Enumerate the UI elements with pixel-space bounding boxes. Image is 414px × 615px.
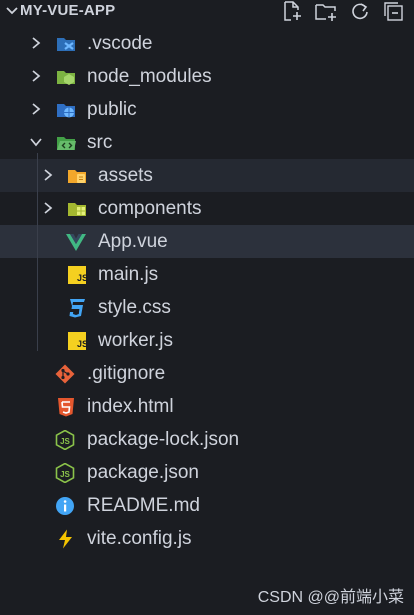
components-folder-icon	[68, 203, 86, 216]
chevron-right-icon[interactable]	[29, 69, 43, 83]
tree-item-label: README.md	[87, 495, 200, 516]
tree-item-package-json[interactable]: JS package.json	[0, 456, 414, 489]
explorer-title: MY-VUE-APP	[20, 2, 116, 19]
watermark: CSDN @@前端小菜	[257, 589, 404, 606]
explorer-header[interactable]: MY-VUE-APP	[0, 0, 414, 22]
chevron-right-icon[interactable]	[29, 102, 43, 116]
tree-item-label: public	[87, 99, 137, 120]
tree-item-label: package-lock.json	[87, 429, 240, 450]
tree-item-app-vue[interactable]: App.vue	[0, 225, 414, 258]
tree-item-gitignore[interactable]: .gitignore	[0, 357, 414, 390]
collapse-all-icon	[384, 2, 403, 21]
js-icon: JS	[68, 332, 87, 350]
tree-item-label: worker.js	[98, 330, 173, 351]
tree-item-src[interactable]: src	[0, 126, 414, 159]
tree-item-label: main.js	[98, 264, 159, 285]
tree-item-label: package.json	[87, 462, 199, 483]
tree-item-label: assets	[98, 165, 153, 186]
git-icon	[55, 364, 75, 384]
refresh-button[interactable]	[348, 0, 372, 22]
tree-item-vscode[interactable]: .vscode	[0, 27, 414, 60]
tree-item-readme-md[interactable]: README.md	[0, 489, 414, 522]
refresh-icon	[352, 3, 368, 20]
svg-text:JS: JS	[60, 470, 70, 479]
tree-item-index-html[interactable]: index.html	[0, 390, 414, 423]
tree-item-package-lock-json[interactable]: JS package-lock.json	[0, 423, 414, 456]
src-folder-icon	[57, 137, 76, 150]
chevron-right-icon[interactable]	[41, 168, 55, 182]
vue-icon	[66, 234, 86, 251]
tree-item-label: style.css	[98, 297, 171, 318]
tree-item-node-modules[interactable]: node_modules	[0, 60, 414, 93]
tree-item-label: components	[98, 198, 202, 219]
new-file-button[interactable]	[280, 0, 304, 22]
tree-item-main-js[interactable]: JS main.js	[0, 258, 414, 291]
tree-item-label: .vscode	[87, 33, 153, 54]
tree-item-worker-js[interactable]: JS worker.js	[0, 324, 414, 357]
tree-item-vite-config-js[interactable]: vite.config.js	[0, 522, 414, 555]
svg-text:JS: JS	[77, 339, 87, 349]
svg-text:JS: JS	[60, 437, 70, 446]
file-tree: .vscode node_modules public src assets c…	[0, 27, 414, 555]
collapse-all-button[interactable]	[382, 0, 406, 22]
tree-item-label: index.html	[87, 396, 174, 417]
js-icon: JS	[68, 266, 87, 284]
tree-item-label: node_modules	[87, 66, 212, 87]
chevron-down-icon[interactable]	[6, 6, 18, 16]
nodejs-icon: JS	[55, 430, 75, 450]
chevron-down-icon[interactable]	[29, 135, 43, 149]
public-folder-icon	[57, 104, 75, 118]
vite-icon	[59, 529, 72, 549]
svg-text:JS: JS	[77, 273, 87, 283]
tree-item-label: vite.config.js	[87, 528, 192, 549]
tree-item-label: .gitignore	[87, 363, 166, 384]
tree-item-label: src	[87, 132, 113, 153]
tree-item-assets[interactable]: assets	[0, 159, 414, 192]
tree-item-label: App.vue	[98, 231, 168, 252]
info-icon	[56, 497, 74, 515]
chevron-right-icon[interactable]	[29, 36, 43, 50]
new-folder-button[interactable]	[314, 0, 338, 22]
explorer-actions	[280, 0, 406, 22]
tree-item-style-css[interactable]: style.css	[0, 291, 414, 324]
new-folder-icon	[315, 4, 336, 21]
nodejs-icon: JS	[55, 463, 75, 483]
html-icon	[58, 398, 74, 417]
css-icon	[69, 299, 85, 318]
tree-item-components[interactable]: components	[0, 192, 414, 225]
indent-guide	[37, 153, 38, 351]
vscode-folder-icon	[57, 38, 75, 51]
tree-item-public[interactable]: public	[0, 93, 414, 126]
node-modules-folder-icon	[57, 71, 75, 85]
chevron-right-icon[interactable]	[41, 201, 55, 215]
new-file-icon	[284, 1, 301, 21]
assets-folder-icon	[68, 170, 86, 183]
